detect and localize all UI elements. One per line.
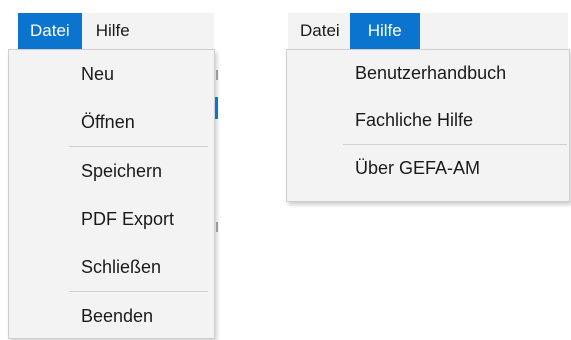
datei-dropdown: Neu Öffnen Speichern PDF Export Schließe… <box>8 49 215 339</box>
menu-item-neu[interactable]: Neu <box>9 50 214 98</box>
background-edge <box>216 222 218 232</box>
menu-item-beenden[interactable]: Beenden <box>9 292 214 340</box>
menubar-left: Datei Hilfe <box>18 13 214 49</box>
menu-hilfe[interactable]: Hilfe <box>349 13 420 49</box>
menu-item-ueber-gefa-am[interactable]: Über GEFA-AM <box>287 145 569 192</box>
menu-datei[interactable]: Datei <box>288 13 350 49</box>
menu-hilfe[interactable]: Hilfe <box>82 13 144 49</box>
background-edge <box>215 97 218 119</box>
hilfe-dropdown: Benutzerhandbuch Fachliche Hilfe Über GE… <box>286 49 570 202</box>
menu-item-speichern[interactable]: Speichern <box>9 147 214 195</box>
menu-item-pdf-export[interactable]: PDF Export <box>9 195 214 243</box>
menu-datei[interactable]: Datei <box>18 13 82 49</box>
background-edge <box>216 70 218 80</box>
menu-item-schliessen[interactable]: Schließen <box>9 243 214 291</box>
menu-item-fachliche-hilfe[interactable]: Fachliche Hilfe <box>287 97 569 144</box>
menu-item-oeffnen[interactable]: Öffnen <box>9 98 214 146</box>
menu-item-benutzerhandbuch[interactable]: Benutzerhandbuch <box>287 50 569 97</box>
menubar-right: Datei Hilfe <box>288 13 568 49</box>
